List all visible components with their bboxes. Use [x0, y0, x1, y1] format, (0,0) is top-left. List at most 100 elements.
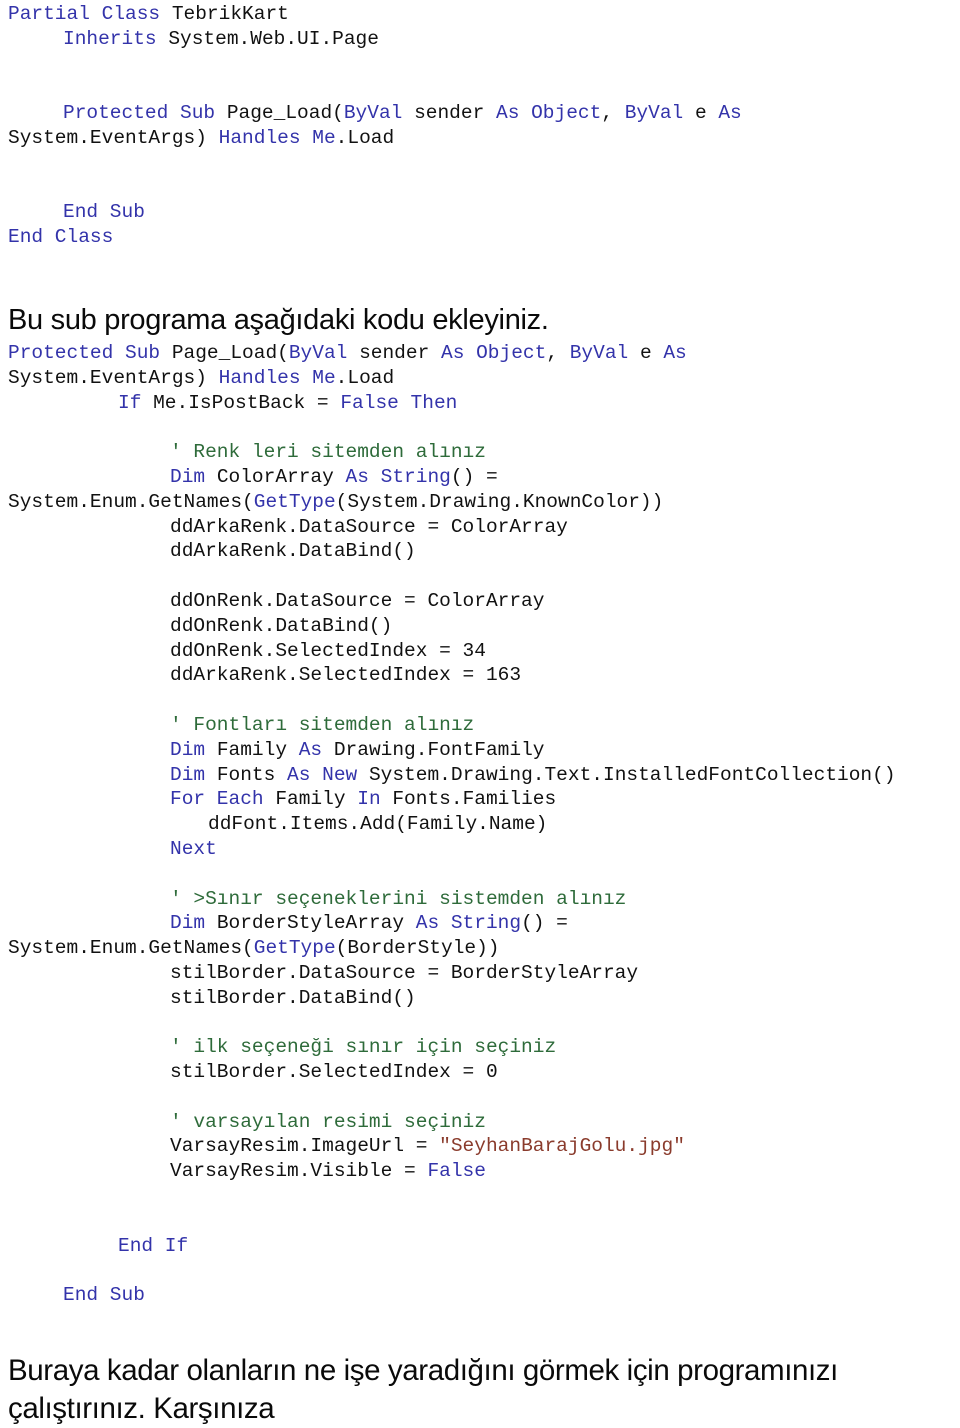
code-line: stilBorder.DataBind() — [8, 986, 952, 1011]
code-line: stilBorder.SelectedIndex = 0 — [8, 1060, 952, 1085]
code-token: Drawing.FontFamily — [333, 738, 545, 761]
code-token: Family — [275, 788, 358, 811]
code-line: If Me.IsPostBack = False Then — [8, 391, 952, 416]
code-token: ddArkaRenk.DataBind() — [170, 540, 416, 563]
code-line: Protected Sub Page_Load(ByVal sender As … — [8, 341, 952, 366]
code-token: Fonts.Families — [392, 788, 557, 811]
code-token: (BorderStyle)) — [335, 937, 500, 960]
code-token: e — [639, 341, 664, 364]
code-token: For Each — [170, 788, 276, 811]
code-token: System.EventArgs) — [8, 366, 219, 389]
code-line: ddOnRenk.SelectedIndex = 34 — [8, 639, 952, 664]
code-token: BorderStyleArray — [216, 912, 416, 935]
code-token: Dim — [170, 763, 217, 786]
code-token: GetType — [253, 937, 336, 960]
code-token: In — [357, 788, 393, 811]
code-line: Dim ColorArray As String() = — [8, 465, 952, 490]
code-token: ' Fontları sitemden alınız — [170, 713, 475, 736]
code-line: ' >Sınır seçeneklerini sistemden alınız — [8, 887, 952, 912]
code-line: System.Enum.GetNames(GetType(BorderStyle… — [8, 936, 952, 961]
code-token: System.Web.UI.Page — [168, 27, 379, 50]
code-token: e — [694, 102, 719, 125]
code-token: , — [546, 341, 570, 364]
instruction-heading: Bu sub programa aşağıdaki kodu ekleyiniz… — [8, 303, 549, 336]
code-token: As Object — [496, 102, 602, 125]
code-line: ddArkaRenk.DataBind() — [8, 539, 952, 564]
code-block-class-skeleton: Partial Class TebrikKart Inherits System.… — [8, 2, 952, 250]
code-token: ByVal — [624, 102, 695, 125]
code-line: System.Enum.GetNames(GetType(System.Draw… — [8, 490, 952, 515]
code-block-page-load: Protected Sub Page_Load(ByVal sender As … — [8, 341, 952, 1308]
code-token: ' ilk seçeneği sınır için seçiniz — [170, 1036, 557, 1059]
code-token: ByVal — [288, 341, 360, 364]
code-token: ' >Sınır seçeneklerini sistemden alınız — [170, 887, 627, 910]
code-line: Inherits System.Web.UI.Page — [8, 27, 952, 52]
code-token: sender — [359, 341, 441, 364]
code-token: As — [663, 341, 687, 364]
code-token: End Sub — [63, 201, 145, 224]
code-line: ddArkaRenk.DataSource = ColorArray — [8, 515, 952, 540]
code-token: Page_Load( — [171, 341, 289, 364]
code-token: Inherits — [63, 27, 169, 50]
code-token: ByVal — [343, 102, 415, 125]
code-token: Handles Me — [218, 126, 336, 149]
code-line: End Sub — [8, 1283, 952, 1308]
code-token: Me.IsPostBack = — [153, 391, 341, 414]
code-line: End Class — [8, 225, 952, 250]
code-token: End Class — [8, 226, 114, 249]
code-line: ddFont.Items.Add(Family.Name) — [8, 812, 952, 837]
code-line: ' Renk leri sitemden alınız — [8, 440, 952, 465]
code-line: System.EventArgs) Handles Me.Load — [8, 366, 952, 391]
code-line: VarsayResim.Visible = False — [8, 1159, 952, 1184]
code-line: Dim BorderStyleArray As String() = — [8, 911, 952, 936]
code-token: () = — [450, 465, 498, 488]
code-token: TebrikKart — [171, 3, 289, 25]
code-token: .Load — [335, 366, 395, 389]
code-token: () = — [521, 912, 568, 935]
code-token: As New — [287, 763, 369, 786]
code-token: Handles Me — [218, 366, 336, 389]
code-token: System.Enum.GetNames( — [8, 937, 254, 960]
code-token: VarsayResim.ImageUrl = — [170, 1135, 440, 1158]
code-token: System.Drawing.Text.InstalledFontCollect… — [368, 763, 896, 786]
code-token: GetType — [253, 490, 336, 513]
code-line: End Sub — [8, 200, 952, 225]
code-token: End If — [118, 1234, 189, 1257]
code-line: ' ilk seçeneği sınır için seçiniz — [8, 1035, 952, 1060]
code-token: .Load — [335, 126, 395, 149]
code-line: Partial Class TebrikKart — [8, 2, 952, 27]
code-token: VarsayResim.Visible = — [170, 1160, 428, 1183]
document-page: Partial Class TebrikKart Inherits System.… — [0, 2, 960, 1425]
code-line: End If — [8, 1234, 952, 1259]
code-token: Protected Sub — [8, 341, 172, 364]
code-token: ddOnRenk.DataSource = ColorArray — [170, 589, 545, 612]
code-token: System.Enum.GetNames( — [8, 490, 254, 513]
code-token: ddArkaRenk.SelectedIndex = 163 — [170, 664, 522, 687]
code-token: Dim — [170, 912, 217, 935]
code-line: Dim Fonts As New System.Drawing.Text.Ins… — [8, 763, 952, 788]
code-line: Dim Family As Drawing.FontFamily — [8, 738, 952, 763]
code-token: sender — [414, 102, 496, 125]
code-token: ddArkaRenk.DataSource = ColorArray — [170, 515, 568, 538]
code-token: , — [601, 102, 625, 125]
code-line: System.EventArgs) Handles Me.Load — [8, 126, 952, 151]
code-token: stilBorder.DataSource = BorderStyleArray — [170, 961, 639, 984]
code-token: ' Renk leri sitemden alınız — [170, 441, 486, 464]
code-token: (System.Drawing.KnownColor)) — [335, 490, 664, 513]
code-line: ddArkaRenk.SelectedIndex = 163 — [8, 663, 952, 688]
code-token: End Sub — [63, 1284, 145, 1307]
code-token: ddOnRenk.DataBind() — [170, 614, 393, 637]
code-token: Next — [170, 837, 217, 860]
